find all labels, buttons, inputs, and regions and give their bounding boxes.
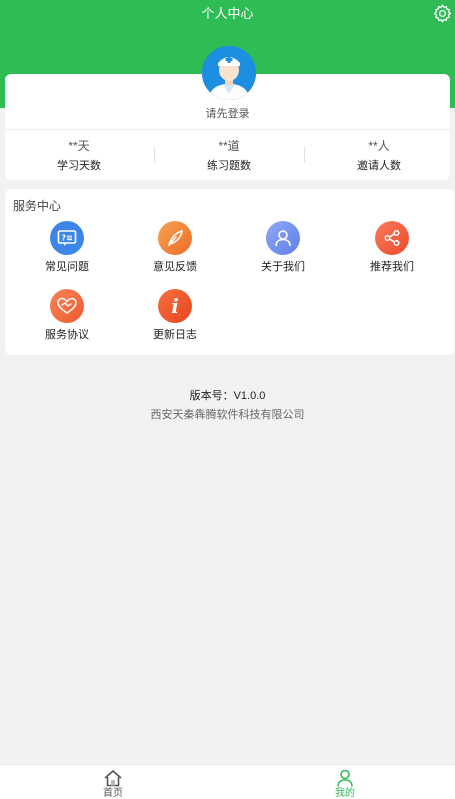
faq-icon: ?≡ [50, 221, 84, 255]
service-item-recommend[interactable]: 推荐我们 [352, 221, 432, 274]
version-text: 版本号：V1.0.0 [189, 390, 266, 402]
service-label: 常见问题 [45, 261, 89, 273]
service-item-changelog[interactable]: i 更新日志 [135, 289, 215, 342]
tab-bar: 首页 我的 [0, 764, 455, 799]
avatar[interactable] [202, 46, 256, 100]
service-label: 服务协议 [45, 329, 89, 341]
section-title: 服务中心 [13, 199, 62, 213]
company-name: 西安天秦犇腾软件科技有限公司 [150, 409, 305, 421]
stat-value: **人 [368, 139, 390, 153]
stat-value: **天 [68, 139, 90, 153]
svg-text:?≡: ?≡ [61, 234, 72, 243]
stat-label: 练习题数 [207, 160, 251, 172]
service-item-agreement[interactable]: 服务协议 [27, 289, 107, 342]
stat-study-days: **天 学习天数 [5, 138, 153, 174]
home-icon [104, 770, 122, 787]
info-icon: i [158, 289, 192, 323]
page-title: 个人中心 [201, 6, 254, 21]
service-label: 关于我们 [261, 261, 305, 273]
tab-mine[interactable]: 我的 [315, 769, 375, 799]
divider [5, 129, 450, 130]
share-icon [375, 221, 409, 255]
user-icon [266, 221, 300, 255]
user-icon [337, 769, 353, 787]
service-item-feedback[interactable]: 意见反馈 [135, 221, 215, 274]
service-label: 更新日志 [153, 329, 197, 341]
feather-icon [158, 221, 192, 255]
tab-label: 我的 [335, 788, 355, 799]
stat-invites: **人 邀请人数 [305, 138, 453, 174]
doctor-avatar-icon [202, 46, 256, 100]
service-item-faq[interactable]: ?≡ 常见问题 [27, 221, 107, 274]
stat-label: 邀请人数 [357, 160, 401, 172]
stat-practice-count: **道 练习题数 [155, 138, 303, 174]
stat-label: 学习天数 [57, 160, 101, 172]
stat-value: **道 [218, 139, 240, 153]
handshake-icon [50, 289, 84, 323]
tab-home[interactable]: 首页 [83, 769, 143, 799]
service-label: 意见反馈 [153, 261, 197, 273]
service-item-about[interactable]: 关于我们 [243, 221, 323, 274]
tab-label: 首页 [103, 788, 123, 799]
login-prompt[interactable]: 请先登录 [0, 107, 455, 121]
service-label: 推荐我们 [370, 261, 414, 273]
gear-icon[interactable] [432, 3, 453, 24]
